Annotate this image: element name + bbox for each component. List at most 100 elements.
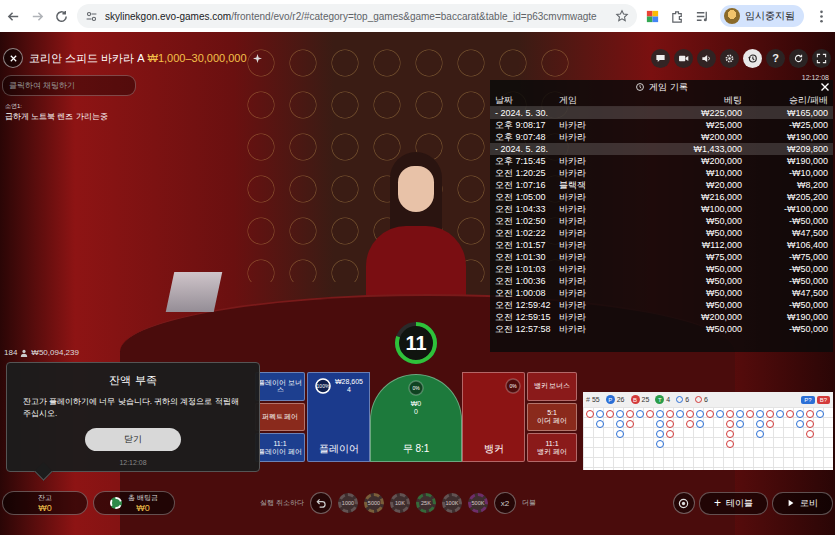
undo-button[interactable] — [310, 492, 332, 514]
road-bead — [586, 410, 594, 418]
game-history-panel: 게임 기록 날짜게임베팅승리/패배 - 2024. 5. 30. ₩225,00… — [490, 80, 833, 352]
history-row[interactable]: 오전 12:57:58 바카라 ₩50,000 -₩50,000 — [490, 323, 833, 335]
history-row[interactable]: 오후 9:07:48 바카라 ₩200,000 ₩190,000 — [490, 131, 833, 143]
road-bead — [806, 430, 814, 438]
address-bar[interactable]: skylinekgon.evo-games.com/frontend/evo/r… — [77, 4, 637, 28]
side-bet[interactable]: 11:1 뱅커 페어 — [527, 433, 577, 462]
history-row[interactable]: 오전 1:00:08 바카라 ₩50,000 ₩47,500 — [490, 287, 833, 299]
profile-button[interactable]: 임시중지됨 — [720, 5, 804, 27]
side-bet[interactable]: 11:1 플레이어 페어 — [255, 433, 305, 462]
cell-result: -₩50,000 — [742, 275, 828, 287]
column-header: 승리/패배 — [742, 94, 828, 106]
road-bead — [696, 410, 704, 418]
side-bet-name: 플레이어 보너스 — [257, 379, 303, 394]
lobby-button[interactable]: 로비 — [772, 492, 833, 515]
cell-bet: ₩112,000 — [609, 239, 742, 251]
history-row[interactable]: 오전 1:01:03 바카라 ₩50,000 -₩50,000 — [490, 263, 833, 275]
cell-bet: ₩10,000 — [609, 167, 742, 179]
cell-bet: ₩216,000 — [609, 191, 742, 203]
history-row[interactable]: 오전 1:05:00 바카라 ₩216,000 ₩205,200 — [490, 191, 833, 203]
cell-bet: ₩225,000 — [609, 107, 742, 119]
toolbar-button[interactable]: ? — [766, 49, 785, 68]
history-row[interactable]: 오전 1:00:36 바카라 ₩50,000 -₩50,000 — [490, 275, 833, 287]
chip[interactable]: 5000 — [364, 493, 384, 513]
predict-button[interactable]: B? — [817, 396, 830, 404]
road-bead — [636, 410, 644, 418]
banker-bet-spot[interactable]: 0% 뱅커 — [462, 372, 525, 462]
history-row[interactable]: 오전 1:04:33 바카라 ₩100,000 -₩100,000 — [490, 203, 833, 215]
color-extension-icon[interactable] — [645, 9, 660, 24]
history-row[interactable]: 오전 1:01:57 바카라 ₩112,000 ₩106,400 — [490, 239, 833, 251]
close-icon[interactable] — [820, 82, 830, 92]
tables-button[interactable]: +테이블 — [699, 492, 768, 515]
road-bead — [726, 440, 734, 448]
predict-button[interactable]: P? — [801, 396, 814, 404]
side-bet-name: 퍼펙트 페어 — [262, 413, 299, 421]
history-row[interactable]: 오전 1:20:25 바카라 ₩10,000 -₩10,000 — [490, 167, 833, 179]
history-row[interactable]: 오전 1:01:30 바카라 ₩75,000 -₩75,000 — [490, 251, 833, 263]
cell-bet: ₩200,000 — [609, 155, 742, 167]
side-bet[interactable]: 5:1 이더 페어 — [527, 403, 577, 432]
road-bead — [776, 410, 784, 418]
bookmark-star-icon[interactable] — [615, 9, 629, 23]
toolbar-button[interactable] — [743, 49, 762, 68]
close-button[interactable]: 닫기 — [85, 428, 181, 451]
chat-input[interactable]: 클릭하여 채팅하기 — [2, 75, 136, 96]
side-bet-odds: 11:1 — [545, 440, 558, 448]
toolbar-button[interactable] — [720, 49, 739, 68]
cell-bet: ₩1,433,000 — [609, 143, 742, 155]
close-game-button[interactable] — [3, 48, 23, 68]
toolbar-button[interactable] — [697, 49, 716, 68]
chat-icon — [655, 53, 666, 64]
side-bet[interactable]: 퍼펙트 페어 — [255, 403, 305, 432]
toolbar-button[interactable] — [789, 49, 808, 68]
tie-bet-spot[interactable]: 0% ₩0 0 무 8:1 — [370, 374, 462, 462]
history-row[interactable]: 오전 12:59:15 바카라 ₩200,000 ₩190,000 — [490, 311, 833, 323]
profile-label: 임시중지됨 — [745, 9, 795, 23]
road-bead — [666, 410, 674, 418]
site-info-icon[interactable] — [85, 10, 98, 23]
toolbar-button[interactable] — [812, 49, 831, 68]
road-bead — [676, 410, 684, 418]
extensions-icon[interactable] — [670, 9, 685, 24]
double-button[interactable]: x2 — [494, 492, 516, 514]
history-row[interactable]: 오후 7:15:45 바카라 ₩200,000 ₩190,000 — [490, 155, 833, 167]
toolbar-button[interactable] — [674, 49, 693, 68]
cell-result: -₩50,000 — [742, 323, 828, 335]
chip[interactable]: 100K — [442, 493, 462, 513]
side-bet[interactable]: 뱅커 보너스 — [527, 372, 577, 401]
menu-icon[interactable] — [814, 9, 829, 24]
bet-history-button[interactable] — [673, 492, 695, 514]
cell-date: 오전 12:59:15 — [495, 311, 559, 323]
chip[interactable]: 1000 — [338, 493, 358, 513]
road-count: B 25 — [631, 395, 650, 404]
betting-grid: 플레이어 보너스 퍼펙트 페어 11:1 플레이어 페어 100% ₩28,605… — [255, 372, 577, 462]
history-row[interactable]: 오후 9:08:17 바카라 ₩25,000 -₩25,000 — [490, 119, 833, 131]
favorite-icon[interactable] — [253, 54, 262, 63]
back-icon[interactable] — [6, 9, 21, 24]
close-icon — [9, 54, 18, 63]
chip[interactable]: 10K — [390, 493, 410, 513]
history-row[interactable]: 오전 1:02:22 바카라 ₩50,000 ₩47,500 — [490, 227, 833, 239]
side-bet[interactable]: 플레이어 보너스 — [255, 372, 305, 401]
toolbar-button[interactable] — [651, 49, 670, 68]
chip[interactable]: 25K — [416, 493, 436, 513]
cell-result: -₩100,000 — [742, 203, 828, 215]
history-row[interactable]: 오전 12:59:42 바카라 ₩50,000 -₩50,000 — [490, 299, 833, 311]
chip[interactable]: 500K — [468, 493, 488, 513]
cell-game — [559, 107, 609, 119]
reload-icon[interactable] — [54, 9, 69, 24]
history-row[interactable]: 오전 1:02:50 바카라 ₩50,000 -₩50,000 — [490, 215, 833, 227]
history-row[interactable]: 오전 1:07:16 블랙잭 ₩20,000 ₩8,200 — [490, 179, 833, 191]
table-stats: 184 ₩50,094,239 — [4, 348, 79, 357]
history-date-row: - 2024. 5. 28. ₩1,433,000 ₩209,800 — [490, 143, 833, 155]
road-count: P 26 — [606, 395, 625, 404]
road-bead — [686, 420, 694, 428]
player-bet-spot[interactable]: 100% ₩28,605 4 플레이어 — [307, 372, 370, 462]
media-icon[interactable] — [695, 9, 710, 24]
side-bet-name: 뱅커 페어 — [537, 448, 567, 456]
cell-game: 바카라 — [559, 239, 609, 251]
cell-date: 오전 1:20:25 — [495, 167, 559, 179]
history-icon — [635, 82, 645, 92]
forward-icon[interactable] — [30, 9, 45, 24]
